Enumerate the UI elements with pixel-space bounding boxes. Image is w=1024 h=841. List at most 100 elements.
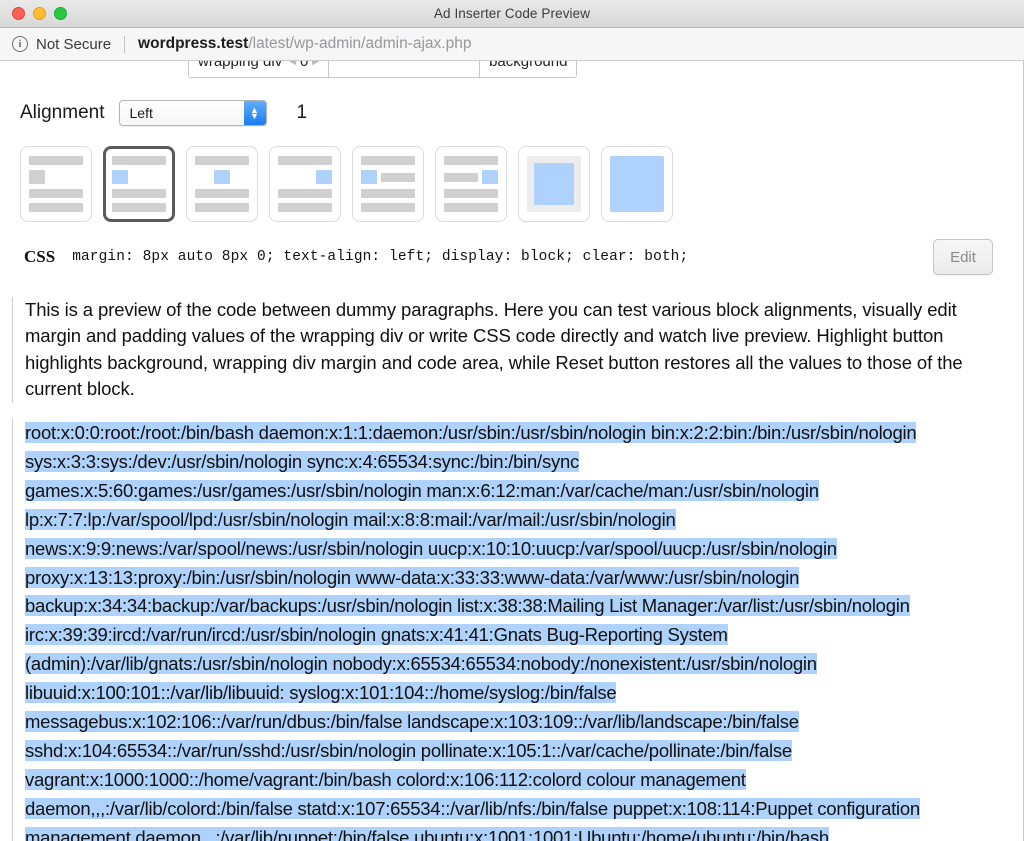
code-output-line: sys:x:3:3:sys:/dev:/usr/sbin/nologin syn… — [25, 448, 999, 477]
preview-text-bar — [112, 156, 166, 165]
align-float-right-button[interactable] — [435, 146, 507, 222]
wrapping-div-toolbar-clipped: wrapping div ◀ 0 ▶ background — [188, 61, 658, 78]
preview-block-row — [112, 170, 166, 184]
selected-text-span: sys:x:3:3:sys:/dev:/usr/sbin/nologin syn… — [25, 451, 579, 472]
code-output-line: vagrant:x:1000:1000::/home/vagrant:/bin/… — [25, 766, 999, 795]
selected-text-span: messagebus:x:102:106::/var/run/dbus:/bin… — [25, 711, 799, 732]
alignment-select[interactable]: Left ▲ ▼ — [119, 100, 267, 126]
selected-text-span: management daemon,,,:/var/lib/puppet:/bi… — [25, 827, 829, 841]
preview-text-bar — [278, 189, 332, 198]
chevron-up-down-icon[interactable]: ▲ ▼ — [244, 101, 266, 125]
code-output-line: sshd:x:104:65534::/var/run/sshd:/usr/sbi… — [25, 737, 999, 766]
preview-solid-ad-block — [610, 156, 664, 212]
preview-ad-block — [316, 170, 332, 184]
preview-text-bar — [278, 203, 332, 212]
stepper-increment-icon[interactable]: ▶ — [312, 61, 319, 66]
close-window-button[interactable] — [12, 7, 25, 20]
alignment-index: 1 — [297, 102, 308, 124]
selected-text-span: (admin):/var/lib/gnats:/usr/sbin/nologin… — [25, 653, 817, 674]
preview-text-bar — [195, 203, 249, 212]
align-float-left-button[interactable] — [352, 146, 424, 222]
preview-text-bar — [195, 156, 249, 165]
code-output-line: (admin):/var/lib/gnats:/usr/sbin/nologin… — [25, 650, 999, 679]
code-output-line: management daemon,,,:/var/lib/puppet:/bi… — [25, 824, 999, 841]
info-circle-icon[interactable]: i — [12, 36, 28, 52]
background-button[interactable]: background — [480, 61, 576, 77]
preview-block-row — [278, 170, 332, 184]
selected-text-span: irc:x:39:39:ircd:/var/run/ircd:/usr/sbin… — [25, 624, 728, 645]
code-output-line: news:x:9:9:news:/var/spool/news:/usr/sbi… — [25, 535, 999, 564]
preview-block-row — [195, 170, 249, 184]
url-host: wordpress.test — [138, 35, 248, 53]
align-center-button[interactable] — [186, 146, 258, 222]
browser-window: Ad Inserter Code Preview i Not Secure wo… — [0, 0, 1024, 841]
code-output-line: games:x:5:60:games:/usr/games:/usr/sbin/… — [25, 477, 999, 506]
preview-text-bar — [112, 203, 166, 212]
preview-text-bar — [444, 173, 478, 182]
wrapping-div-stepper[interactable]: ◀ 0 ▶ — [289, 61, 319, 70]
selected-text-span: news:x:9:9:news:/var/spool/news:/usr/sbi… — [25, 538, 837, 559]
security-status-label: Not Secure — [36, 36, 111, 53]
css-row: CSS margin: 8px auto 8px 0; text-align: … — [10, 239, 1009, 275]
stepper-value: 0 — [299, 61, 309, 70]
selected-text-span: vagrant:x:1000:1000::/home/vagrant:/bin/… — [25, 769, 746, 790]
code-output-block: root:x:0:0:root:/root:/bin/bash daemon:x… — [12, 419, 1009, 841]
align-no-wrapping-button[interactable] — [20, 146, 92, 222]
intro-paragraph-block: This is a preview of the code between du… — [12, 297, 1009, 403]
code-output-line: irc:x:39:39:ircd:/var/run/ircd:/usr/sbin… — [25, 621, 999, 650]
minimize-window-button[interactable] — [33, 7, 46, 20]
code-output-line: messagebus:x:102:106::/var/run/dbus:/bin… — [25, 708, 999, 737]
alignment-label: Alignment — [20, 102, 105, 124]
wrapping-div-label: wrapping div — [198, 61, 282, 70]
edit-button[interactable]: Edit — [933, 239, 993, 275]
preview-text-bar — [444, 189, 498, 198]
preview-text-bar — [444, 203, 498, 212]
background-label: background — [489, 61, 567, 70]
preview-text-bar — [361, 156, 415, 165]
page-viewport: wrapping div ◀ 0 ▶ background — [0, 61, 1024, 841]
align-framed-block-button[interactable] — [518, 146, 590, 222]
alignment-select-value: Left — [120, 105, 153, 121]
align-left-button[interactable] — [103, 146, 175, 222]
code-output-line: daemon,,,:/var/lib/colord:/bin/false sta… — [25, 795, 999, 824]
preview-block-row — [361, 170, 415, 184]
selected-text-span: proxy:x:13:13:proxy:/bin:/usr/sbin/nolog… — [25, 567, 799, 588]
align-solid-block-button[interactable] — [601, 146, 673, 222]
code-output-line: proxy:x:13:13:proxy:/bin:/usr/sbin/nolog… — [25, 564, 999, 593]
preview-text-bar — [112, 189, 166, 198]
intro-paragraph: This is a preview of the code between du… — [25, 297, 991, 403]
preview-text-bar — [29, 156, 83, 165]
preview-text-bar — [444, 156, 498, 165]
preview-ad-block — [112, 170, 128, 184]
css-label: CSS — [24, 247, 55, 267]
preview-gray-block — [29, 170, 45, 184]
selected-text-span: lp:x:7:7:lp:/var/spool/lpd:/usr/sbin/nol… — [25, 509, 676, 530]
stepper-decrement-icon[interactable]: ◀ — [289, 61, 296, 66]
alignment-row: Alignment Left ▲ ▼ 1 — [10, 100, 1009, 126]
preview-text-bar — [195, 189, 249, 198]
window-title: Ad Inserter Code Preview — [0, 6, 1024, 21]
align-right-button[interactable] — [269, 146, 341, 222]
preview-text-bar — [29, 203, 83, 212]
preview-ad-block — [361, 170, 377, 184]
address-bar[interactable]: i Not Secure wordpress.test /latest/wp-a… — [0, 28, 1024, 61]
selected-text-span: root:x:0:0:root:/root:/bin/bash daemon:x… — [25, 422, 916, 443]
url-path: /latest/wp-admin/admin-ajax.php — [248, 35, 471, 53]
preview-text-bar — [361, 189, 415, 198]
toolbar-gap — [329, 61, 479, 77]
preview-text-bar — [29, 189, 83, 198]
preview-block-row — [29, 170, 83, 184]
wrapping-div-control[interactable]: wrapping div ◀ 0 ▶ — [189, 61, 328, 77]
selected-text-span: sshd:x:104:65534::/var/run/sshd:/usr/sbi… — [25, 740, 792, 761]
selected-text-span: backup:x:34:34:backup:/var/backups:/usr/… — [25, 595, 910, 616]
preview-text-bar — [361, 203, 415, 212]
zoom-window-button[interactable] — [54, 7, 67, 20]
preview-text-bar — [278, 156, 332, 165]
preview-ad-block — [214, 170, 230, 184]
code-output-line: backup:x:34:34:backup:/var/backups:/usr/… — [25, 592, 999, 621]
css-code-value: margin: 8px auto 8px 0; text-align: left… — [72, 249, 688, 265]
preview-block-row — [444, 170, 498, 184]
window-titlebar: Ad Inserter Code Preview — [0, 0, 1024, 28]
selected-text-span: games:x:5:60:games:/usr/games:/usr/sbin/… — [25, 480, 819, 501]
preview-ad-block — [482, 170, 498, 184]
